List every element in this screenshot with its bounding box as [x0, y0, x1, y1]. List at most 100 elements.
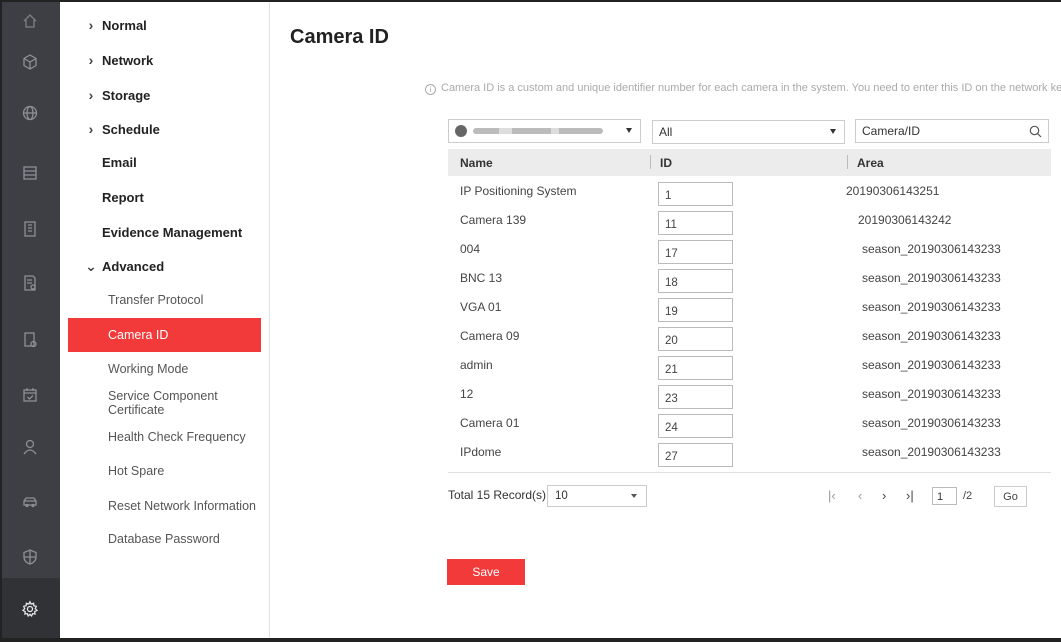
- shield-icon[interactable]: [0, 542, 60, 572]
- camera-id-input[interactable]: 11: [658, 211, 733, 235]
- globe-icon: [455, 125, 467, 137]
- camera-name: Camera 01: [460, 416, 520, 430]
- table-row: 004 17 season_20190306143233: [448, 235, 1051, 264]
- page-size-value: 10: [555, 490, 568, 502]
- camera-name: VGA 01: [460, 300, 502, 314]
- schedule-icon[interactable]: [0, 325, 60, 355]
- nav-item-evidence-management[interactable]: Evidence Management: [60, 215, 270, 249]
- vehicle-icon[interactable]: [0, 487, 60, 517]
- table-row: Camera 01 24 season_20190306143233: [448, 409, 1051, 438]
- camera-name: IP Positioning System: [460, 184, 577, 198]
- settings-nav: › Normal › Network › Storage › Schedule …: [60, 0, 270, 642]
- page-total: /2: [963, 490, 973, 502]
- nav-item-transfer-protocol[interactable]: Transfer Protocol: [60, 283, 270, 317]
- camera-name: admin: [460, 358, 493, 372]
- page-title: Camera ID: [290, 26, 389, 48]
- nav-item-database-password[interactable]: Database Password: [60, 522, 270, 556]
- column-header-id[interactable]: ID: [660, 156, 672, 170]
- nav-item-service-component-certificate[interactable]: Service Component Certificate: [60, 386, 270, 420]
- nav-item-reset-network-information[interactable]: Reset Network Information: [60, 489, 270, 523]
- nav-group-storage[interactable]: › Storage: [60, 78, 270, 112]
- column-divider: [847, 155, 848, 169]
- camera-area: season_20190306143233: [862, 416, 1001, 430]
- info-message: Camera ID is a custom and unique identif…: [441, 82, 1061, 94]
- person-icon[interactable]: [0, 432, 60, 462]
- chevron-right-icon: ›: [88, 121, 94, 137]
- page-number-input[interactable]: 1: [932, 487, 957, 505]
- nav-label: Network: [102, 52, 154, 68]
- nav-group-normal[interactable]: › Normal: [60, 8, 270, 42]
- storage-icon[interactable]: [0, 158, 60, 188]
- chevron-right-icon: ›: [88, 87, 94, 103]
- app-root: › Normal › Network › Storage › Schedule …: [0, 0, 1061, 642]
- page-size-select[interactable]: 10: [547, 485, 647, 507]
- save-button[interactable]: Save: [447, 559, 525, 585]
- table-row: IPdome 27 season_20190306143233: [448, 438, 1051, 467]
- camera-id-input[interactable]: 23: [658, 385, 733, 409]
- nav-label: Normal: [102, 17, 147, 33]
- table-row: BNC 13 18 season_20190306143233: [448, 264, 1051, 293]
- chevron-right-icon: ›: [88, 17, 94, 33]
- calendar-icon[interactable]: [0, 380, 60, 410]
- nav-item-email[interactable]: Email: [60, 145, 270, 179]
- icon-rail: [0, 0, 60, 642]
- building-icon[interactable]: [0, 214, 60, 244]
- frame-border: [0, 0, 1061, 2]
- type-filter-select[interactable]: All: [652, 120, 845, 144]
- go-button[interactable]: Go: [994, 486, 1027, 507]
- camera-id-input[interactable]: 20: [658, 327, 733, 351]
- table-row: IP Positioning System 1 20190306143251: [448, 177, 1051, 206]
- search-icon[interactable]: [1029, 125, 1042, 138]
- nav-item-report[interactable]: Report: [60, 180, 270, 214]
- table-row: Camera 09 20 season_20190306143233: [448, 322, 1051, 351]
- camera-area: season_20190306143233: [862, 358, 1001, 372]
- table-divider: [448, 472, 1051, 473]
- next-page-icon[interactable]: ›: [882, 488, 886, 503]
- nav-item-working-mode[interactable]: Working Mode: [60, 352, 270, 386]
- globe-icon[interactable]: [0, 98, 60, 128]
- site-select[interactable]: [448, 119, 641, 143]
- camera-area: season_20190306143233: [862, 300, 1001, 314]
- report-icon[interactable]: [0, 268, 60, 298]
- gear-icon[interactable]: [0, 578, 60, 640]
- record-total: Total 15 Record(s): [448, 488, 547, 502]
- home-icon[interactable]: [0, 6, 60, 36]
- camera-name: Camera 09: [460, 329, 520, 343]
- search-placeholder: Camera/ID: [862, 124, 921, 138]
- camera-id-input[interactable]: 24: [658, 414, 733, 438]
- nav-label: Storage: [102, 87, 151, 103]
- nav-group-schedule[interactable]: › Schedule: [60, 112, 270, 146]
- first-page-icon[interactable]: |‹: [828, 488, 836, 503]
- nav-item-health-check-frequency[interactable]: Health Check Frequency: [60, 420, 270, 454]
- nav-item-hot-spare[interactable]: Hot Spare: [60, 454, 270, 488]
- table-row: VGA 01 19 season_20190306143233: [448, 293, 1051, 322]
- camera-area: season_20190306143233: [862, 445, 1001, 459]
- camera-area: season_20190306143233: [862, 271, 1001, 285]
- main-content: Camera ID i Camera ID is a custom and uni…: [270, 0, 1061, 642]
- camera-id-input[interactable]: 27: [658, 443, 733, 467]
- nav-label: Advanced: [102, 258, 165, 274]
- frame-border: [0, 638, 1061, 642]
- camera-id-input[interactable]: 1: [658, 182, 733, 206]
- last-page-icon[interactable]: ›|: [906, 488, 914, 503]
- nav-label: Schedule: [102, 121, 160, 137]
- table-row: 12 23 season_20190306143233: [448, 380, 1051, 409]
- nav-group-network[interactable]: › Network: [60, 43, 270, 77]
- type-filter-value: All: [659, 125, 673, 139]
- camera-area: season_20190306143233: [862, 242, 1001, 256]
- column-header-area[interactable]: Area: [857, 156, 884, 170]
- info-text: i Camera ID is a custom and unique identi…: [425, 82, 1061, 95]
- nav-group-advanced[interactable]: ⌄ Advanced: [60, 249, 270, 283]
- camera-id-input[interactable]: 19: [658, 298, 733, 322]
- camera-area: 20190306143242: [858, 213, 952, 227]
- chevron-right-icon: ›: [88, 52, 94, 68]
- frame-border: [0, 0, 2, 642]
- cube-icon[interactable]: [0, 47, 60, 77]
- camera-id-input[interactable]: 21: [658, 356, 733, 380]
- column-header-name[interactable]: Name: [460, 156, 493, 170]
- camera-id-input[interactable]: 17: [658, 240, 733, 264]
- search-input[interactable]: Camera/ID: [855, 119, 1049, 143]
- nav-item-camera-id[interactable]: Camera ID: [68, 318, 261, 352]
- camera-id-input[interactable]: 18: [658, 269, 733, 293]
- prev-page-icon[interactable]: ‹: [858, 488, 862, 503]
